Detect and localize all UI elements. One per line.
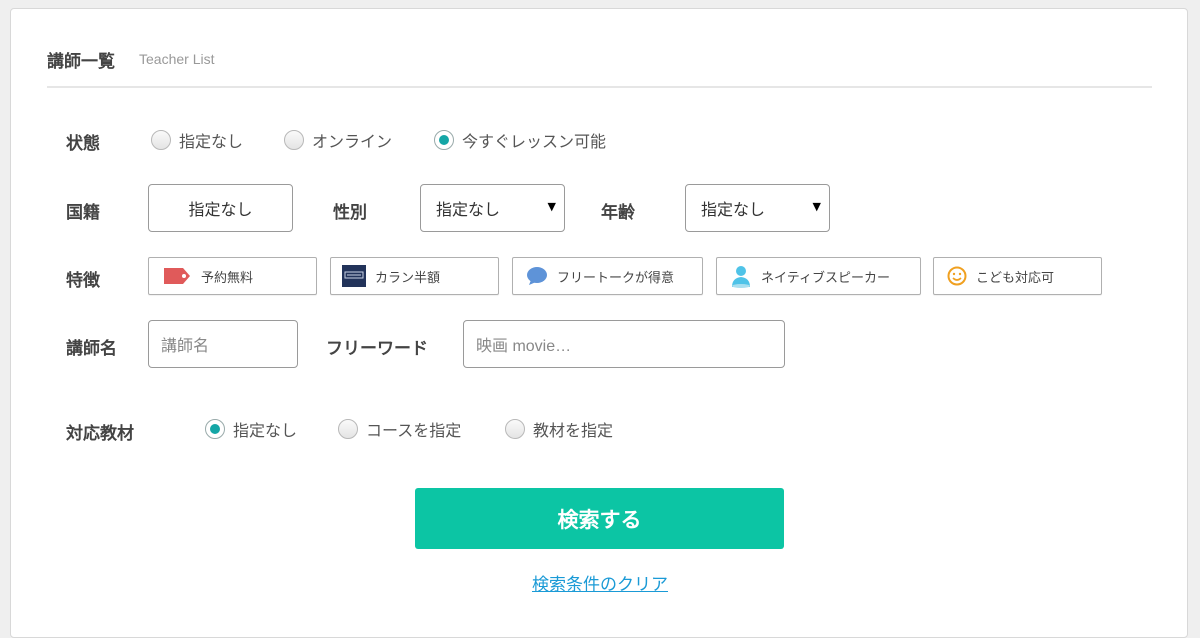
clear-search-link[interactable]: 検索条件のクリア (11, 570, 1189, 595)
radio-circle[interactable] (151, 130, 171, 150)
smiley-icon (947, 266, 967, 286)
teacher-name-label: 講師名 (66, 339, 117, 359)
feature-callan-half-price[interactable]: カラン半額 (330, 257, 499, 295)
radio-label: 指定なし (179, 132, 244, 151)
teacher-search-panel: 講師一覧 Teacher List 状態 指定なし オンライン 今すぐレッスン可… (10, 8, 1188, 638)
age-select-value: 指定なし (701, 200, 766, 219)
dropdown-arrow-icon: ▼ (812, 200, 821, 213)
feature-native-speaker[interactable]: ネイティブスピーカー (716, 257, 921, 295)
tag-icon (162, 267, 192, 285)
teacher-name-placeholder: 講師名 (161, 336, 210, 355)
radio-label: 今すぐレッスン可能 (462, 132, 607, 151)
feature-label: 予約無料 (201, 270, 254, 286)
status-option-none[interactable]: 指定なし (151, 128, 243, 152)
dropdown-arrow-icon: ▼ (547, 200, 556, 213)
material-label: 対応教材 (66, 424, 134, 444)
features-label: 特徴 (66, 271, 100, 291)
nationality-button[interactable]: 指定なし (148, 184, 293, 232)
callan-logo-icon (342, 265, 366, 287)
radio-circle-checked[interactable] (434, 130, 454, 150)
nationality-label: 国籍 (66, 203, 100, 223)
radio-label: 教材を指定 (533, 421, 614, 440)
radio-label: 指定なし (233, 421, 298, 440)
status-label: 状態 (66, 134, 100, 154)
person-icon (730, 264, 752, 288)
material-option-course[interactable]: コースを指定 (338, 417, 461, 441)
teacher-name-input[interactable]: 講師名 (148, 320, 298, 368)
radio-circle[interactable] (338, 419, 358, 439)
page-title: 講師一覧 (47, 52, 115, 72)
gender-select[interactable]: 指定なし ▼ (420, 184, 565, 232)
free-word-label: フリーワード (326, 339, 428, 359)
feature-label: フリートークが得意 (557, 270, 675, 286)
free-word-input[interactable]: 映画 movie… (463, 320, 785, 368)
free-word-placeholder: 映画 movie… (476, 338, 572, 355)
feature-kids-ok[interactable]: こども対応可 (933, 257, 1102, 295)
radio-circle[interactable] (505, 419, 525, 439)
radio-circle-checked[interactable] (205, 419, 225, 439)
material-option-none[interactable]: 指定なし (205, 417, 297, 441)
feature-label: カラン半額 (375, 270, 441, 286)
gender-select-value: 指定なし (436, 200, 501, 219)
radio-label: オンライン (312, 132, 393, 151)
status-option-available-now[interactable]: 今すぐレッスン可能 (434, 128, 606, 152)
search-button[interactable]: 検索する (415, 488, 784, 549)
material-option-textbook[interactable]: 教材を指定 (505, 417, 613, 441)
page-subtitle: Teacher List (139, 51, 215, 67)
age-label: 年齢 (601, 203, 635, 223)
feature-label: ネイティブスピーカー (761, 270, 890, 286)
feature-label: こども対応可 (976, 270, 1055, 286)
speech-bubble-icon (526, 266, 548, 286)
feature-free-reservation[interactable]: 予約無料 (148, 257, 317, 295)
radio-circle[interactable] (284, 130, 304, 150)
feature-free-talk[interactable]: フリートークが得意 (512, 257, 703, 295)
radio-label: コースを指定 (366, 421, 462, 440)
age-select[interactable]: 指定なし ▼ (685, 184, 830, 232)
panel-header: 講師一覧 Teacher List (47, 47, 1152, 88)
status-option-online[interactable]: オンライン (284, 128, 392, 152)
gender-label: 性別 (333, 203, 367, 223)
